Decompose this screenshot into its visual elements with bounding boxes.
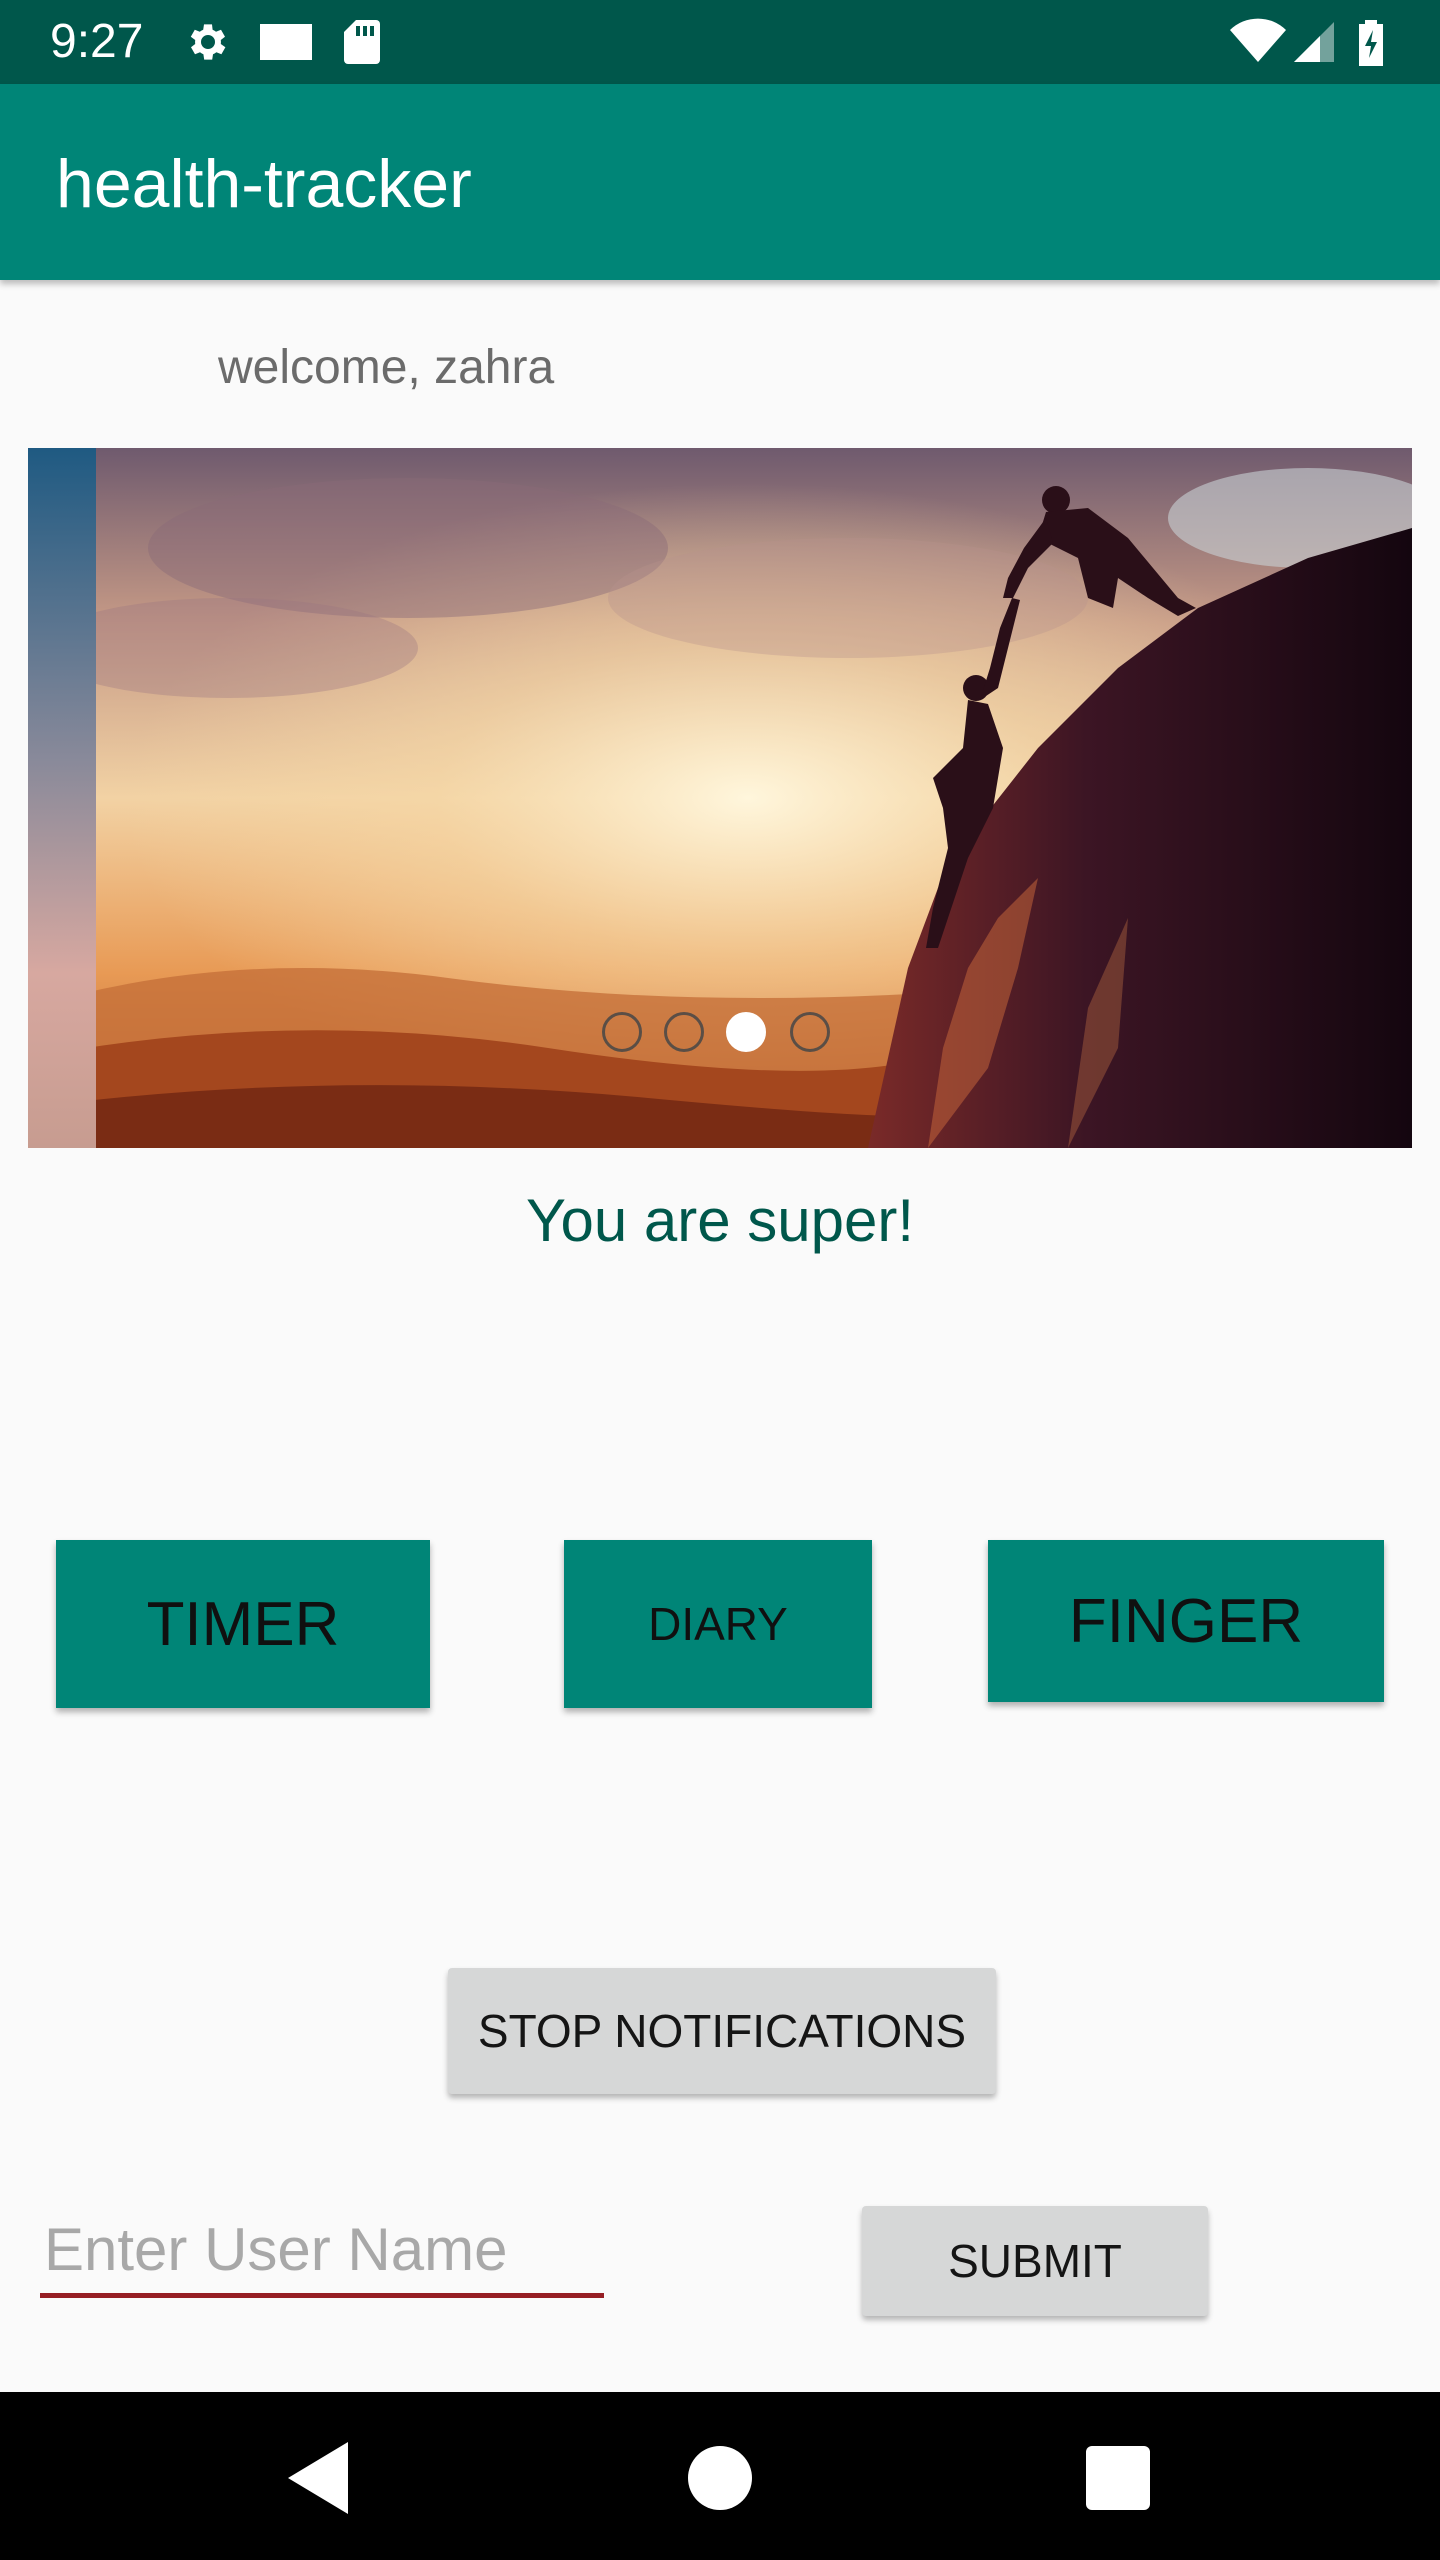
app-title: health-tracker — [56, 146, 472, 222]
username-input[interactable] — [40, 2206, 604, 2298]
carousel-dot-active[interactable] — [726, 1012, 766, 1052]
gear-icon — [190, 24, 226, 60]
motivation-text: You are super! — [525, 1187, 915, 1254]
finger-button[interactable]: FINGER — [988, 1540, 1384, 1702]
status-time: 9:27 — [50, 15, 144, 68]
diary-button[interactable]: DIARY — [564, 1540, 872, 1708]
image-carousel[interactable] — [28, 448, 1412, 1148]
navigation-bar — [0, 2392, 1440, 2560]
carousel-dot[interactable] — [602, 1012, 642, 1052]
submit-button[interactable]: SUBMIT — [862, 2206, 1208, 2316]
status-bar: 9:27 — [0, 0, 1440, 84]
app-bar: health-tracker — [0, 84, 1440, 280]
battery-charging-icon — [1359, 20, 1383, 66]
timer-button[interactable]: TIMER — [56, 1540, 430, 1708]
carousel-image — [28, 448, 1412, 1148]
welcome-text: welcome, zahra — [218, 341, 555, 394]
carousel-dot[interactable] — [790, 1012, 830, 1052]
wifi-icon — [1230, 18, 1286, 62]
message-icon — [260, 24, 312, 60]
stop-notifications-button[interactable]: STOP NOTIFICATIONS — [448, 1968, 996, 2094]
signal-icon — [1294, 22, 1334, 62]
sd-card-icon — [344, 20, 380, 64]
home-icon[interactable] — [672, 2430, 768, 2526]
carousel-dot[interactable] — [664, 1012, 704, 1052]
recents-icon[interactable] — [1070, 2430, 1166, 2526]
back-icon[interactable] — [272, 2430, 368, 2526]
